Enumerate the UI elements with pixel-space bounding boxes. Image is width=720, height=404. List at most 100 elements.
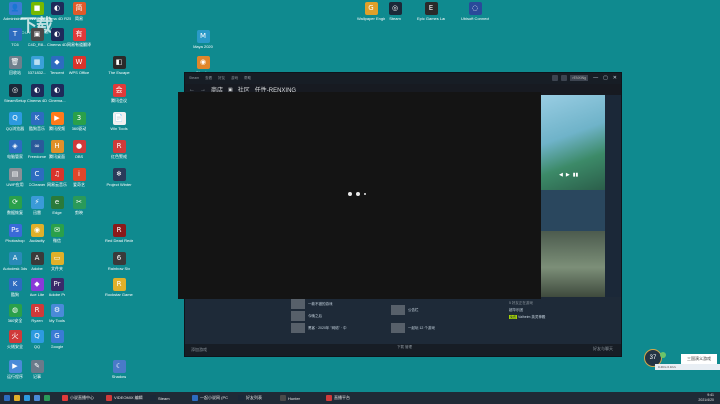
desktop-icon[interactable]: EEpic Games Launcher [417,2,445,21]
downloads-button[interactable]: 下载 管理 [397,345,412,350]
desktop-icon[interactable]: ▭ 文件夹 [44,252,70,271]
desktop-icon[interactable]: G Google [44,330,70,349]
desktop-icon[interactable]: R Rockstar Games [105,278,133,297]
notification-icon[interactable] [561,75,568,81]
taskbar-item[interactable] [4,393,10,403]
desktop-icon-label: 酷狗音乐 [29,126,45,131]
desktop-icon[interactable]: ❄ Project Winter [106,168,132,187]
pause-icon[interactable]: ▮▮ [573,172,579,178]
desktop-icon[interactable]: i 爱奇艺 [66,168,92,187]
app-icon: ▣ [30,28,44,41]
desktop-icon[interactable]: M Maya 2020 [190,30,216,49]
desktop-icon-label: QQ浏览器 [5,126,25,131]
desktop-icon[interactable]: ● OBS [66,140,92,159]
minimize-button[interactable]: — [593,75,598,81]
desktop-icon[interactable]: ⚙ My Tools [44,304,70,323]
menu-steam[interactable]: Steam [189,76,199,81]
list-item[interactable]: 公告栏 [391,305,419,315]
app-icon: 简 [72,2,86,15]
desktop-icon[interactable]: 3 360驱动 [66,112,92,131]
app-icon: ✂ [72,196,86,209]
account-name[interactable]: rENXiNg [570,75,589,81]
news-line[interactable]: 免费 Valheim 英灵神殿 [509,315,603,320]
list-item[interactable]: 今晚之后 [291,311,322,321]
menu-view[interactable]: 查看 [205,76,212,81]
app-icon: ◎ [8,84,22,97]
desktop-icon[interactable]: ◌ Ubisoft Connect [461,2,489,21]
list-item[interactable]: 一款不错的游戏 [291,299,333,309]
prev-icon[interactable]: ◀ [559,172,563,178]
app-icon: R [112,278,126,291]
friends-chat-button[interactable]: 好友与聊天 [593,346,613,352]
desktop-icon[interactable]: GWallpaper Engine [357,2,385,21]
desktop-icon-label: Steam [389,16,401,21]
taskbar-app-icon [14,395,20,401]
desktop-icon[interactable]: 会腾讯会议 [106,84,132,103]
menu-help[interactable]: 帮助 [244,76,251,81]
desktop-icon[interactable]: 简简易 [66,2,92,21]
list-item[interactable]: 黑客 · 2020年 "网络" · 中 [291,323,346,333]
desktop-icon[interactable]: 有网易有道翻译 [66,28,92,47]
taskbar-item[interactable]: VIDEOMIX 编辑 [106,393,143,403]
app-icon: 3 [72,112,86,125]
desktop-icon[interactable]: ✉ 微信 [44,224,70,243]
taskbar-item[interactable]: 直播平台 [326,393,350,403]
desktop-icon[interactable]: 📄 Win Tools [106,112,132,131]
desktop-icon-label: 迅雷 [33,210,41,215]
taskbar-item[interactable] [44,393,50,403]
taskbar-item[interactable] [34,393,40,403]
app-icon: ◉ [196,56,210,69]
taskbar-item[interactable]: 一起小说网 (PC [192,393,228,403]
speed-widget-label[interactable]: 三国演义游戏 [681,354,717,364]
desktop-icon[interactable]: ☾ Shadow [106,360,132,379]
app-icon: E [424,2,438,15]
desktop-icon-label: 360安全 [7,318,23,323]
desktop-icon[interactable]: R 红色警戒 [106,140,132,159]
desktop-icon-label: 运行程序 [7,374,23,379]
app-icon: K [30,112,44,125]
taskbar-item[interactable]: 小说直播中心 [62,393,94,403]
menu-friends[interactable]: 好友 [218,76,225,81]
taskbar-item[interactable]: Hunter [280,393,300,403]
desktop-icon-label: Ubisoft Connect [461,16,489,21]
desktop-icon[interactable]: W WPS Office [66,56,92,75]
app-icon: C [30,168,44,181]
taskbar-item[interactable] [24,393,30,403]
desktop-icon[interactable]: ◐ Cinema... [44,84,70,103]
desktop-icon[interactable]: Pr Adobe Pr [44,278,70,297]
taskbar-item[interactable]: Steam [150,393,170,403]
desktop-icon[interactable]: 6 Rainbow Six [106,252,132,271]
app-icon: ⟳ [8,196,22,209]
taskbar-item[interactable] [14,393,20,403]
menu-games[interactable]: 游戏 [231,76,238,81]
news-line[interactable]: 超华乐团 [509,308,603,313]
desktop-icon[interactable]: ✂ 剪映 [66,196,92,215]
desktop-icon-label: Tencent [49,70,64,75]
steam-menu: Steam 查看 好友 游戏 帮助 [189,76,251,81]
steam-titlebar[interactable]: Steam 查看 好友 游戏 帮助 rENXiNg — ▢ ✕ [185,73,621,84]
titlebar-right: rENXiNg — ▢ ✕ [552,75,617,81]
loading-dot [356,192,360,196]
system-tray-clock[interactable]: 9:41 2021/4/20 [698,393,714,403]
app-icon: ▦ [30,56,44,69]
desktop-icon[interactable]: ◧ The Escape [106,56,132,75]
desktop-icon[interactable]: ✎ 记事 [24,360,50,379]
maximize-button[interactable]: ▢ [603,75,608,81]
taskbar-app-icon [280,395,286,401]
app-icon: 会 [112,84,126,97]
activity-thumbnail [391,305,405,315]
desktop-icon-label: 记事 [33,374,41,379]
list-item[interactable]: 一起玩 12 个游戏 [391,323,435,333]
loading-dot [348,192,352,196]
taskbar-item[interactable]: 好友列表 [238,393,262,403]
desktop-icon[interactable]: ◎ Steam [382,2,408,21]
broadcast-icon[interactable] [552,75,559,81]
speed-indicator-icon [660,352,666,358]
desktop-icon[interactable]: RRed Dead Redemption [105,224,133,243]
add-game-button[interactable]: 添加游戏 [191,347,207,353]
app-icon: 火 [8,330,22,343]
desktop-icon-label: 数据恢复 [7,210,23,215]
close-button[interactable]: ✕ [613,75,617,81]
next-icon[interactable]: ▶ [566,172,570,178]
app-icon: G [364,2,378,15]
